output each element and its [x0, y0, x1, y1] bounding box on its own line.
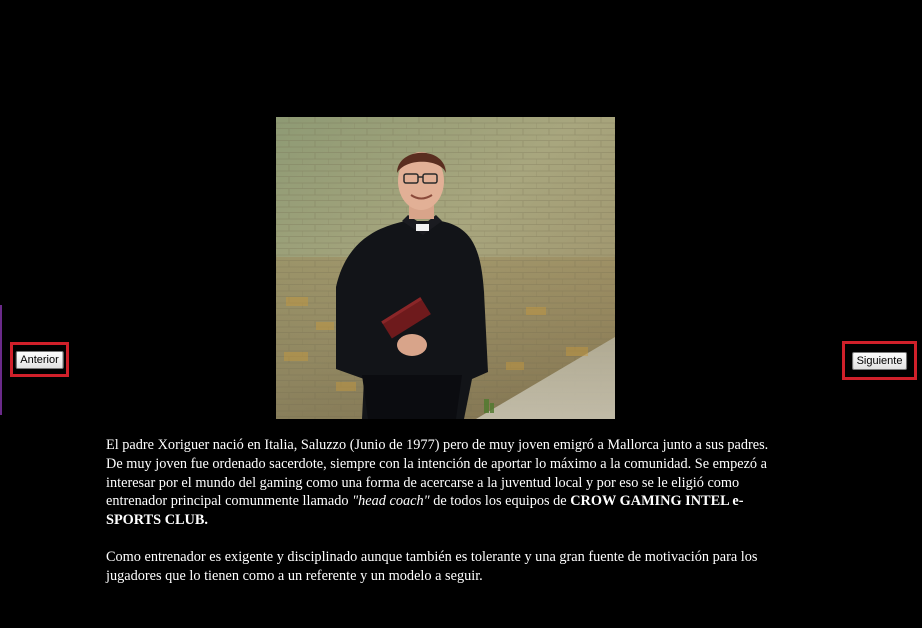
- bio-text-head-coach: "head coach": [352, 493, 430, 510]
- biography-paragraph-1: El padre Xoriguer nació en Italia, Saluz…: [106, 436, 776, 530]
- biography-text: El padre Xoriguer nació en Italia, Saluz…: [106, 436, 776, 586]
- bio-text-connector: de todos los equipos de: [429, 493, 571, 510]
- biography-paragraph-2: Como entrenador es exigente y disciplina…: [106, 548, 758, 584]
- next-button[interactable]: Siguiente: [851, 351, 908, 370]
- previous-button-highlight: Anterior: [10, 342, 69, 377]
- left-edge-divider: [0, 305, 2, 415]
- previous-button[interactable]: Anterior: [15, 350, 64, 369]
- next-button-highlight: Siguiente: [842, 341, 917, 380]
- priest-photo: [276, 117, 615, 419]
